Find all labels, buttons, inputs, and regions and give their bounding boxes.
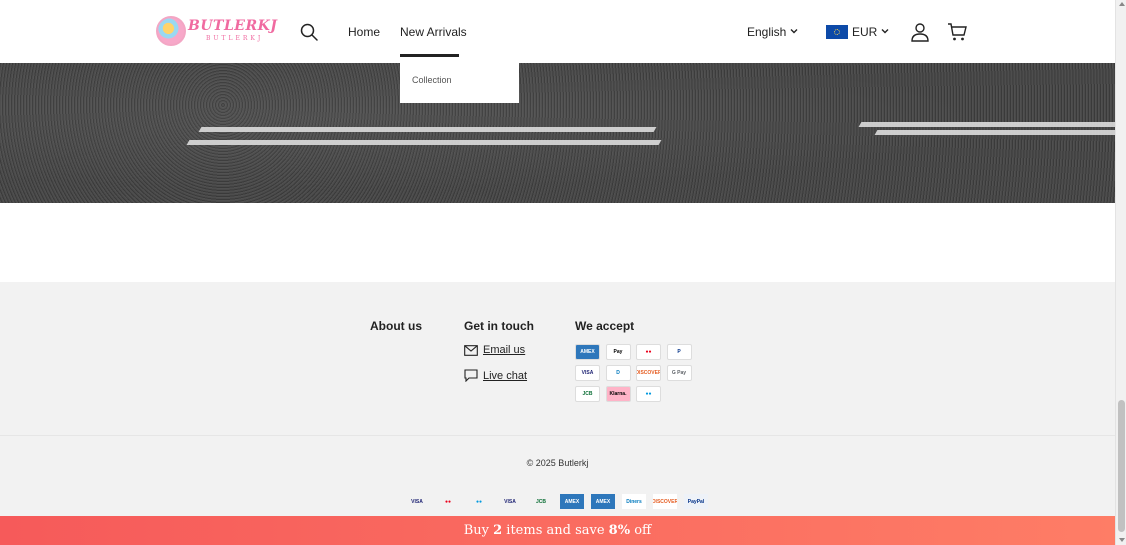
klarna-icon: Klarna. [605,386,631,402]
bottom-paypal-icon: PayPal [684,494,708,509]
promo-count: 2 [493,523,503,538]
nav-home[interactable]: Home [348,25,380,39]
road-stripe [198,127,657,132]
live-chat-link[interactable]: Live chat [483,370,527,382]
road-stripe [858,122,1122,127]
logo[interactable]: BUTLERKJ BUTLERKJ [156,16,278,48]
copyright: © 2025 Butlerkj [526,458,589,468]
bottom-maestro-icon: ●● [475,498,483,505]
discover-icon: DISCOVER [636,365,661,381]
hero-image [0,63,1123,203]
apple-pay-icon: Pay [605,344,631,360]
scrollbar[interactable] [1115,0,1126,545]
bottom-visa-icon: VISA [411,498,423,505]
footer-about-heading[interactable]: About us [370,319,422,333]
page: BUTLERKJ BUTLERKJ Home New Arrivals Engl… [0,0,1126,545]
footer-accept-heading: We accept [575,319,635,333]
logo-mark-icon [156,16,186,46]
bottom-discover-icon: DISCOVER [653,494,677,509]
road-stripe [874,130,1123,135]
bottom-amex-icon: AMEX [560,494,584,509]
nav-new-arrivals[interactable]: New Arrivals [400,25,467,39]
promo-suffix: off [630,523,652,538]
diners-icon: D [605,365,631,381]
footer-divider [0,435,1115,436]
maestro-icon: ●● [636,386,661,402]
bottom-amex-card-icon: AMEX [591,494,615,509]
nav-active-underline [400,54,459,57]
scroll-down-arrow-icon[interactable] [1119,538,1125,542]
mail-icon [464,345,478,356]
visa-icon: VISA [575,365,600,381]
account-icon[interactable] [910,22,930,42]
email-us-link[interactable]: Email us [483,344,525,356]
promo-middle: items and save [502,523,609,538]
bottom-jcb-icon: JCB [535,498,546,505]
paypal-icon: P [666,344,692,360]
promo-bar[interactable]: Buy 2 items and save 8% off [0,516,1115,545]
new-arrivals-dropdown: Collection [400,63,519,103]
cart-icon[interactable] [947,22,967,42]
scroll-thumb[interactable] [1118,400,1125,532]
dropdown-item-collection[interactable]: Collection [412,75,452,85]
logo-text: BUTLERKJ [188,18,278,34]
currency-selector[interactable]: EUR [852,25,877,39]
scroll-up-arrow-icon[interactable] [1119,2,1125,6]
language-selector[interactable]: English [747,25,786,39]
bottom-diners-icon: Diners [622,494,646,509]
spacer [0,203,1115,282]
logo-subtext: BUTLERKJ [206,35,264,42]
road-stripe [186,140,662,145]
jcb-icon: JCB [575,386,600,402]
bottom-mastercard-icon: ●● [444,498,452,505]
site-header: BUTLERKJ BUTLERKJ Home New Arrivals Engl… [0,0,1115,63]
mastercard-icon: ●● [636,344,661,360]
site-footer: About us Get in touch We accept Email us… [0,282,1115,516]
eu-flag-icon [826,25,848,39]
promo-prefix: Buy [463,523,494,538]
bottom-visa-electron-icon: VISA [504,498,516,505]
promo-percent: 8% [608,523,631,538]
chat-icon [464,369,478,382]
google-pay-icon: G Pay [666,365,692,381]
chevron-down-icon[interactable] [880,26,890,36]
chevron-down-icon[interactable] [789,26,799,36]
search-icon[interactable] [300,23,318,41]
amex-icon: AMEX [575,344,600,360]
footer-touch-heading: Get in touch [464,319,534,333]
